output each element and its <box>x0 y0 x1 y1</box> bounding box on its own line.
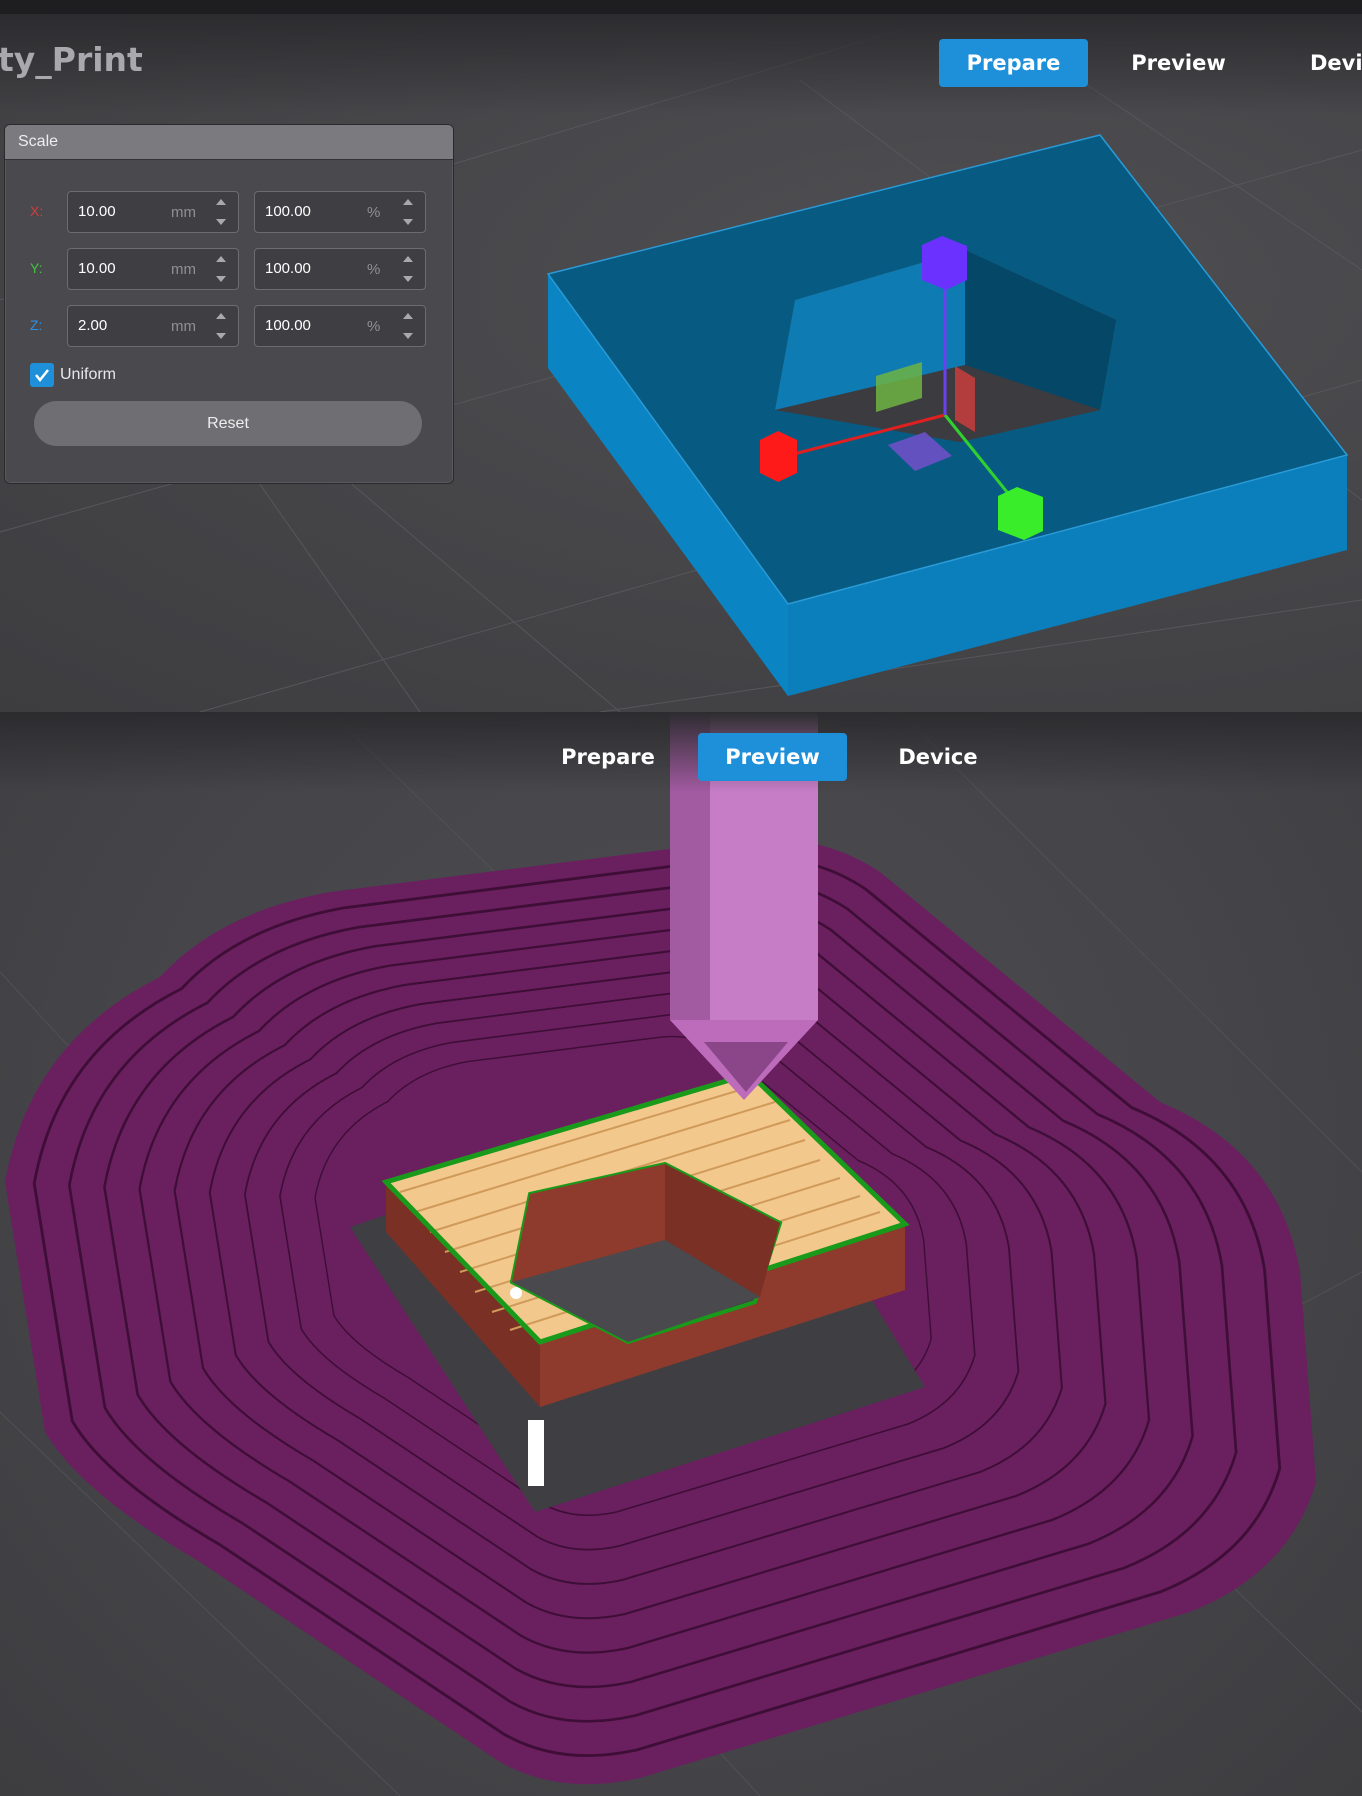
z-size-value: 2.00 <box>78 317 108 334</box>
menu-bar <box>0 0 1362 14</box>
reset-button[interactable]: Reset <box>34 401 422 446</box>
chevron-up-icon[interactable] <box>403 256 413 262</box>
y-size-value: 10.00 <box>78 260 116 277</box>
x-percent-value: 100.00 <box>265 203 311 220</box>
chevron-down-icon[interactable] <box>216 276 226 282</box>
y-percent-input[interactable]: 100.00 % <box>254 248 426 290</box>
y-axis-label: Y: <box>30 260 43 276</box>
chevron-down-icon[interactable] <box>216 219 226 225</box>
tab-device[interactable]: Device <box>864 733 1012 781</box>
z-percent-unit: % <box>367 318 381 335</box>
x-percent-stepper[interactable] <box>403 197 415 227</box>
z-percent-input[interactable]: 100.00 % <box>254 305 426 347</box>
y-axis-handle[interactable] <box>998 487 1043 540</box>
tab-preview[interactable]: Preview <box>698 733 847 781</box>
x-size-unit: mm <box>171 204 196 221</box>
chevron-up-icon[interactable] <box>216 256 226 262</box>
x-size-input[interactable]: 10.00 mm <box>67 191 239 233</box>
chevron-up-icon[interactable] <box>216 199 226 205</box>
tab-device[interactable]: Devic <box>1300 39 1362 87</box>
scale-row-z: Z: 2.00 mm 100.00 % <box>5 305 453 347</box>
y-percent-stepper[interactable] <box>403 254 415 284</box>
x-percent-input[interactable]: 100.00 % <box>254 191 426 233</box>
x-axis-label: X: <box>30 203 44 219</box>
scale-row-x: X: 10.00 mm 100.00 % <box>5 191 453 233</box>
chevron-up-icon[interactable] <box>403 313 413 319</box>
wipe-marker <box>510 1287 522 1299</box>
chevron-up-icon[interactable] <box>403 199 413 205</box>
x-size-value: 10.00 <box>78 203 116 220</box>
chevron-down-icon[interactable] <box>403 219 413 225</box>
scale-dialog: Scale X: 10.00 mm 100.00 % Y: 10.00 mm 1… <box>4 124 454 484</box>
x-axis-handle[interactable] <box>760 431 797 482</box>
z-percent-value: 100.00 <box>265 317 311 334</box>
z-size-unit: mm <box>171 318 196 335</box>
chevron-down-icon[interactable] <box>403 333 413 339</box>
uniform-checkbox[interactable] <box>30 363 54 387</box>
z-size-input[interactable]: 2.00 mm <box>67 305 239 347</box>
checkmark-icon <box>35 369 49 383</box>
uniform-label: Uniform <box>60 366 117 383</box>
y-percent-value: 100.00 <box>265 260 311 277</box>
z-percent-stepper[interactable] <box>403 311 415 341</box>
y-percent-unit: % <box>367 261 381 278</box>
y-size-stepper[interactable] <box>216 254 228 284</box>
tab-preview[interactable]: Preview <box>1104 39 1253 87</box>
y-size-unit: mm <box>171 261 196 278</box>
chevron-up-icon[interactable] <box>216 313 226 319</box>
preview-view: Prepare Preview Device <box>0 712 1362 1796</box>
x-size-stepper[interactable] <box>216 197 228 227</box>
tab-prepare[interactable]: Prepare <box>534 733 682 781</box>
z-axis-label: Z: <box>30 317 43 333</box>
z-axis-handle[interactable] <box>922 236 967 290</box>
app-title: ty_Print <box>0 40 143 79</box>
chevron-down-icon[interactable] <box>403 276 413 282</box>
prepare-view: ty_Print Prepare Preview Devic Scale X: … <box>0 0 1362 712</box>
model-object[interactable] <box>546 134 1349 696</box>
x-percent-unit: % <box>367 204 381 221</box>
preview-3d-viewport[interactable] <box>0 712 1362 1796</box>
scale-dialog-title: Scale <box>5 125 453 160</box>
z-size-stepper[interactable] <box>216 311 228 341</box>
seam-marker <box>528 1420 544 1486</box>
chevron-down-icon[interactable] <box>216 333 226 339</box>
tab-prepare[interactable]: Prepare <box>939 39 1088 87</box>
scale-row-y: Y: 10.00 mm 100.00 % <box>5 248 453 290</box>
y-size-input[interactable]: 10.00 mm <box>67 248 239 290</box>
